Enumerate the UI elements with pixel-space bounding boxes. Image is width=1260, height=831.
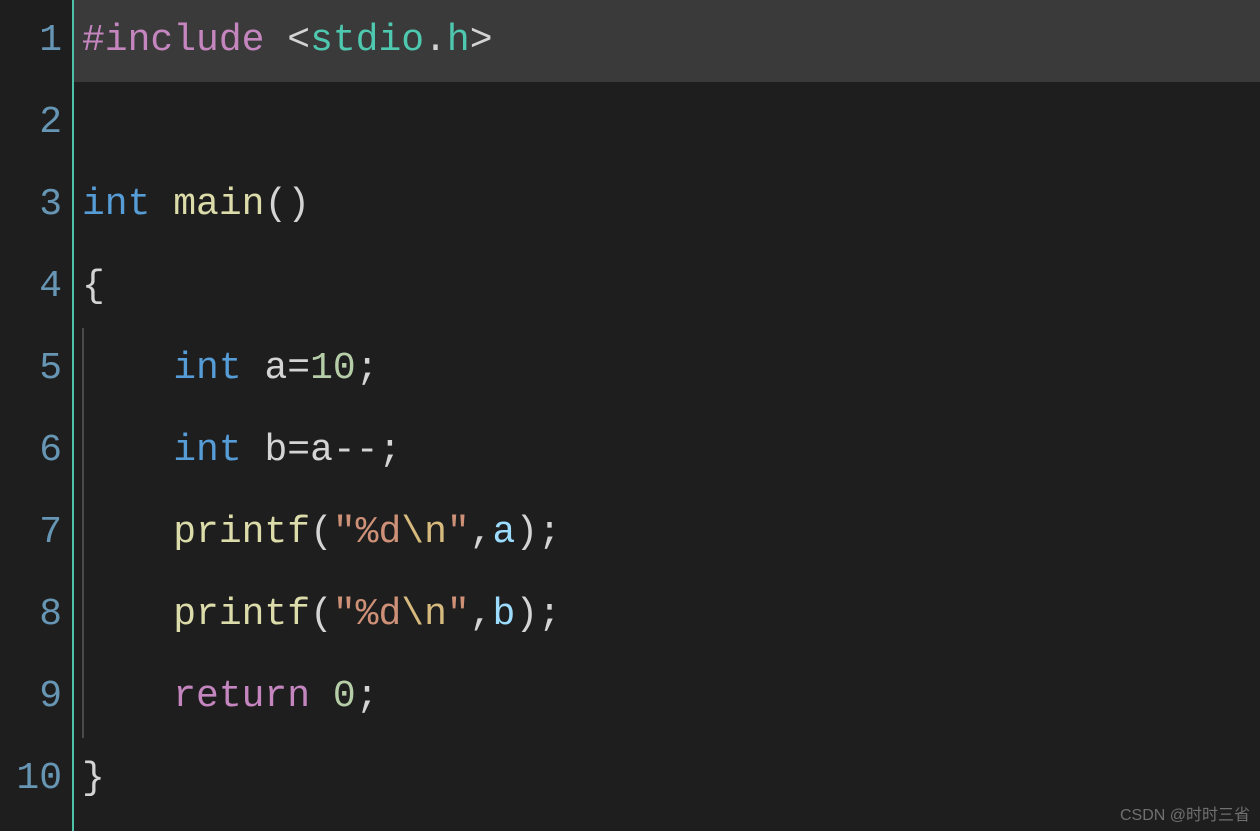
parens: () [264, 183, 310, 226]
header-ext: h [447, 19, 470, 62]
paren-close: ) [515, 511, 538, 554]
type-keyword: int [173, 429, 241, 472]
indent [82, 347, 173, 390]
number-literal: 0 [333, 675, 356, 718]
function-call: printf [173, 593, 310, 636]
code-line-8[interactable]: printf("%d\n",b); [74, 574, 1260, 656]
line-number: 3 [0, 164, 72, 246]
equals: = [287, 429, 310, 472]
line-number: 2 [0, 82, 72, 164]
line-number: 8 [0, 574, 72, 656]
semicolon: ; [356, 347, 379, 390]
quote: " [333, 511, 356, 554]
code-line-1[interactable]: #include <stdio.h> [74, 0, 1260, 82]
indent [82, 675, 173, 718]
line-number: 7 [0, 492, 72, 574]
preproc-token: #include [82, 19, 264, 62]
header-lib: stdio [310, 19, 424, 62]
code-line-6[interactable]: int b=a--; [74, 410, 1260, 492]
semicolon: ; [538, 593, 561, 636]
line-number-gutter: 1 2 3 4 5 6 7 8 9 10 [0, 0, 72, 831]
anglebracket-open: < [287, 19, 310, 62]
semicolon: ; [538, 511, 561, 554]
number-literal: 10 [310, 347, 356, 390]
variable: b [264, 429, 287, 472]
indent [82, 593, 173, 636]
line-number: 9 [0, 656, 72, 738]
space-token [242, 347, 265, 390]
paren-open: ( [310, 593, 333, 636]
format-spec: %d [356, 593, 402, 636]
space-token [264, 19, 287, 62]
code-line-9[interactable]: return 0; [74, 656, 1260, 738]
dot-token: . [424, 19, 447, 62]
line-number: 10 [0, 738, 72, 820]
function-name: main [173, 183, 264, 226]
comma: , [470, 593, 493, 636]
return-keyword: return [173, 675, 310, 718]
code-line-5[interactable]: int a=10; [74, 328, 1260, 410]
space-token [310, 675, 333, 718]
space-token [150, 183, 173, 226]
quote: " [447, 593, 470, 636]
line-number: 4 [0, 246, 72, 328]
variable: a [264, 347, 287, 390]
code-line-2[interactable] [74, 82, 1260, 164]
escape-seq: \n [401, 511, 447, 554]
comma: , [470, 511, 493, 554]
paren-close: ) [515, 593, 538, 636]
type-keyword: int [82, 183, 150, 226]
type-keyword: int [173, 347, 241, 390]
semicolon: ; [356, 675, 379, 718]
format-spec: %d [356, 511, 402, 554]
line-number: 6 [0, 410, 72, 492]
variable-arg: b [493, 593, 516, 636]
code-line-3[interactable]: int main() [74, 164, 1260, 246]
escape-seq: \n [401, 593, 447, 636]
code-content[interactable]: #include <stdio.h> int main() { int a=10… [74, 0, 1260, 831]
space-token [242, 429, 265, 472]
anglebracket-close: > [470, 19, 493, 62]
decrement-op: -- [333, 429, 379, 472]
brace-open: { [82, 265, 105, 308]
watermark: CSDN @时时三省 [1120, 801, 1250, 825]
semicolon: ; [379, 429, 402, 472]
variable-arg: a [493, 511, 516, 554]
function-call: printf [173, 511, 310, 554]
code-line-10[interactable]: } [74, 738, 1260, 820]
code-editor[interactable]: 1 2 3 4 5 6 7 8 9 10 #include <stdio.h> … [0, 0, 1260, 831]
variable: a [310, 429, 333, 472]
code-line-7[interactable]: printf("%d\n",a); [74, 492, 1260, 574]
indent [82, 511, 173, 554]
quote: " [447, 511, 470, 554]
line-number: 1 [0, 0, 72, 82]
equals: = [287, 347, 310, 390]
paren-open: ( [310, 511, 333, 554]
quote: " [333, 593, 356, 636]
line-number: 5 [0, 328, 72, 410]
code-line-4[interactable]: { [74, 246, 1260, 328]
indent [82, 429, 173, 472]
indent-guide [82, 328, 84, 738]
brace-close: } [82, 757, 105, 800]
